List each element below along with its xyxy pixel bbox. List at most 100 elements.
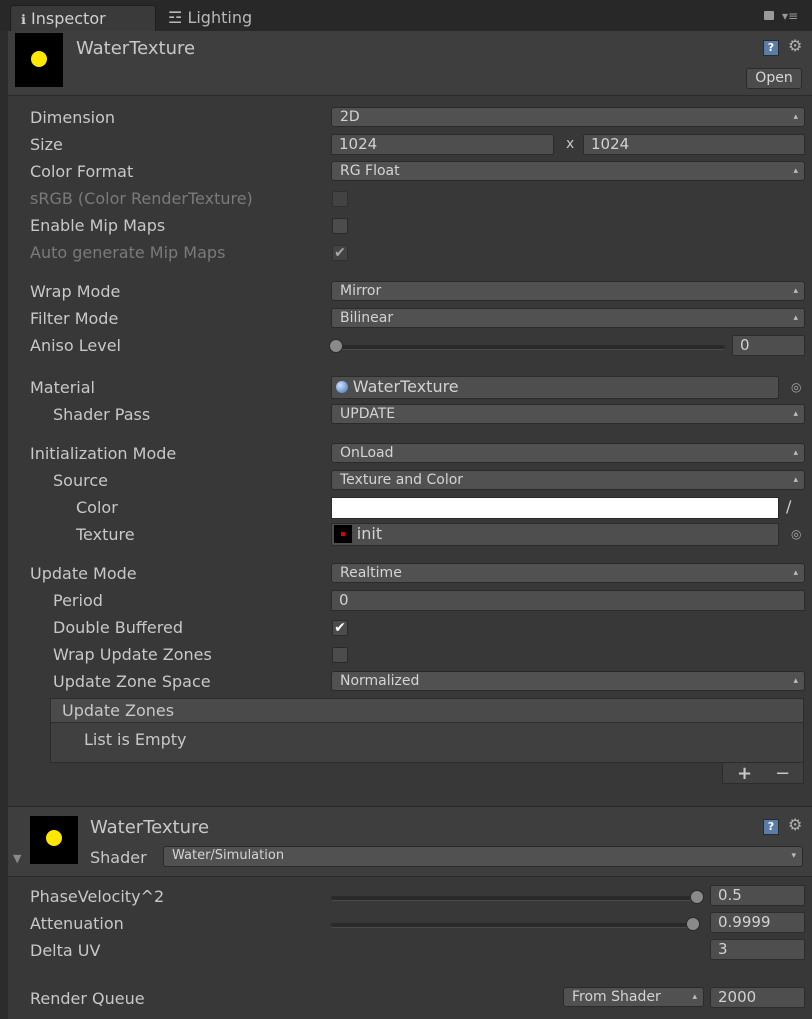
aniso-slider-track[interactable] — [335, 345, 725, 350]
material-value: WaterTexture — [352, 377, 459, 396]
filter-mode-dropdown[interactable]: Bilinear ▴ — [331, 308, 805, 328]
update-mode-dropdown[interactable]: Realtime ▴ — [331, 563, 805, 583]
updown-arrow-icon: ▴ — [793, 409, 798, 419]
update-mode-label: Update Mode — [30, 564, 137, 583]
help-icon[interactable]: ? — [763, 819, 779, 835]
atten-field[interactable]: 0.9999 — [710, 912, 805, 933]
source-label: Source — [53, 471, 108, 490]
gear-icon[interactable]: ⚙ — [788, 815, 802, 834]
dimension-dropdown[interactable]: 2D ▴ — [331, 107, 805, 127]
filter-mode-label: Filter Mode — [30, 309, 119, 328]
zone-space-value: Normalized — [340, 673, 420, 689]
period-label: Period — [53, 591, 103, 610]
help-icon[interactable]: ? — [763, 40, 779, 56]
wrap-mode-value: Mirror — [340, 283, 382, 299]
auto-mip-label: Auto generate Mip Maps — [30, 243, 226, 262]
foldout-arrow-icon[interactable]: ▼ — [13, 852, 21, 865]
wrap-zones-label: Wrap Update Zones — [53, 645, 212, 664]
shader-pass-value: UPDATE — [340, 406, 396, 422]
updown-arrow-icon: ▴ — [793, 676, 798, 686]
updown-arrow-icon: ▴ — [793, 166, 798, 176]
list-empty-text: List is Empty — [84, 730, 187, 749]
shader-pass-dropdown[interactable]: UPDATE ▴ — [331, 404, 805, 424]
tab-lighting[interactable]: ☲ Lighting — [168, 5, 278, 31]
srgb-label: sRGB (Color RenderTexture) — [30, 189, 253, 208]
auto-mip-checkbox[interactable]: ✔ — [332, 245, 348, 261]
eyedropper-icon[interactable]: ∕ — [786, 497, 791, 516]
zone-space-dropdown[interactable]: Normalized ▴ — [331, 671, 805, 691]
aniso-slider-knob[interactable] — [329, 339, 343, 353]
atten-slider-knob[interactable] — [686, 917, 700, 931]
size-label: Size — [30, 135, 63, 154]
srgb-checkbox[interactable] — [332, 191, 348, 207]
size-height-field[interactable]: 1024 — [583, 134, 805, 155]
phase-slider-knob[interactable] — [690, 890, 704, 904]
texture-label: Texture — [76, 525, 135, 544]
update-zones-title: Update Zones — [62, 701, 175, 720]
color-label: Color — [76, 498, 118, 517]
wrap-mode-dropdown[interactable]: Mirror ▴ — [331, 281, 805, 301]
color-format-label: Color Format — [30, 162, 134, 181]
render-texture-thumbnail — [15, 33, 63, 87]
updown-arrow-icon: ▴ — [793, 112, 798, 122]
chevron-down-icon: ▾ — [791, 851, 796, 861]
delta-uv-field[interactable]: 3 — [710, 939, 805, 960]
source-value: Texture and Color — [340, 472, 464, 488]
mip-checkbox[interactable] — [332, 218, 348, 234]
material-title: WaterTexture — [90, 817, 210, 838]
aniso-field[interactable]: 0 — [732, 335, 805, 356]
color-swatch[interactable] — [331, 497, 779, 519]
size-width-field[interactable]: 1024 — [331, 134, 554, 155]
wrap-mode-label: Wrap Mode — [30, 282, 121, 301]
texture-value: init — [356, 524, 383, 543]
color-format-value: RG Float — [340, 163, 400, 179]
panel-menu-icon[interactable]: ▾≡ — [782, 9, 798, 23]
filter-mode-value: Bilinear — [340, 310, 394, 326]
updown-arrow-icon: ▴ — [692, 992, 697, 1002]
lock-icon[interactable] — [764, 11, 774, 20]
gear-icon[interactable]: ⚙ — [788, 36, 802, 55]
info-icon: ℹ︎ — [21, 13, 26, 28]
period-field[interactable]: 0 — [331, 590, 805, 611]
render-queue-label: Render Queue — [30, 989, 145, 1008]
tab-inspector-label: Inspector — [31, 9, 106, 28]
render-queue-mode-dropdown[interactable]: From Shader ▴ — [563, 987, 704, 1007]
phase-slider-track[interactable] — [331, 896, 697, 901]
object-picker-icon[interactable]: ◎ — [791, 380, 801, 394]
open-button[interactable]: Open — [746, 68, 802, 89]
init-mode-value: OnLoad — [340, 445, 394, 461]
source-dropdown[interactable]: Texture and Color ▴ — [331, 470, 805, 490]
size-x-label: x — [566, 136, 575, 152]
updown-arrow-icon: ▴ — [793, 475, 798, 485]
updown-arrow-icon: ▴ — [793, 286, 798, 296]
texture-field[interactable]: init — [331, 523, 779, 546]
wrap-zones-checkbox[interactable] — [332, 647, 348, 663]
zone-space-label: Update Zone Space — [53, 672, 211, 691]
tab-inspector[interactable]: ℹ︎ Inspector — [10, 5, 156, 31]
object-picker-icon[interactable]: ◎ — [791, 527, 801, 541]
asset-title: WaterTexture — [76, 38, 196, 59]
init-mode-label: Initialization Mode — [30, 444, 177, 463]
delta-uv-label: Delta UV — [30, 941, 101, 960]
remove-zone-button[interactable]: − — [775, 763, 790, 784]
yellow-dot-icon — [46, 830, 62, 846]
add-zone-button[interactable]: + — [737, 763, 752, 784]
sliders-icon: ☲ — [168, 8, 183, 27]
list-footer — [722, 763, 804, 784]
update-mode-value: Realtime — [340, 565, 402, 581]
color-format-dropdown[interactable]: RG Float ▴ — [331, 161, 805, 181]
init-mode-dropdown[interactable]: OnLoad ▴ — [331, 443, 805, 463]
material-field[interactable]: WaterTexture — [331, 376, 779, 399]
render-queue-field[interactable]: 2000 — [710, 987, 805, 1008]
double-buffered-checkbox[interactable]: ✔ — [332, 620, 348, 636]
atten-slider-track[interactable] — [331, 923, 693, 928]
updown-arrow-icon: ▴ — [793, 448, 798, 458]
atten-label: Attenuation — [30, 914, 124, 933]
shader-value: Water/Simulation — [172, 848, 285, 863]
phase-field[interactable]: 0.5 — [710, 885, 805, 906]
shader-dropdown[interactable]: Water/Simulation ▾ — [163, 846, 803, 867]
material-sphere-icon — [336, 381, 348, 393]
texture-thumb-icon — [334, 525, 352, 543]
updown-arrow-icon: ▴ — [793, 568, 798, 578]
mip-label: Enable Mip Maps — [30, 216, 166, 235]
